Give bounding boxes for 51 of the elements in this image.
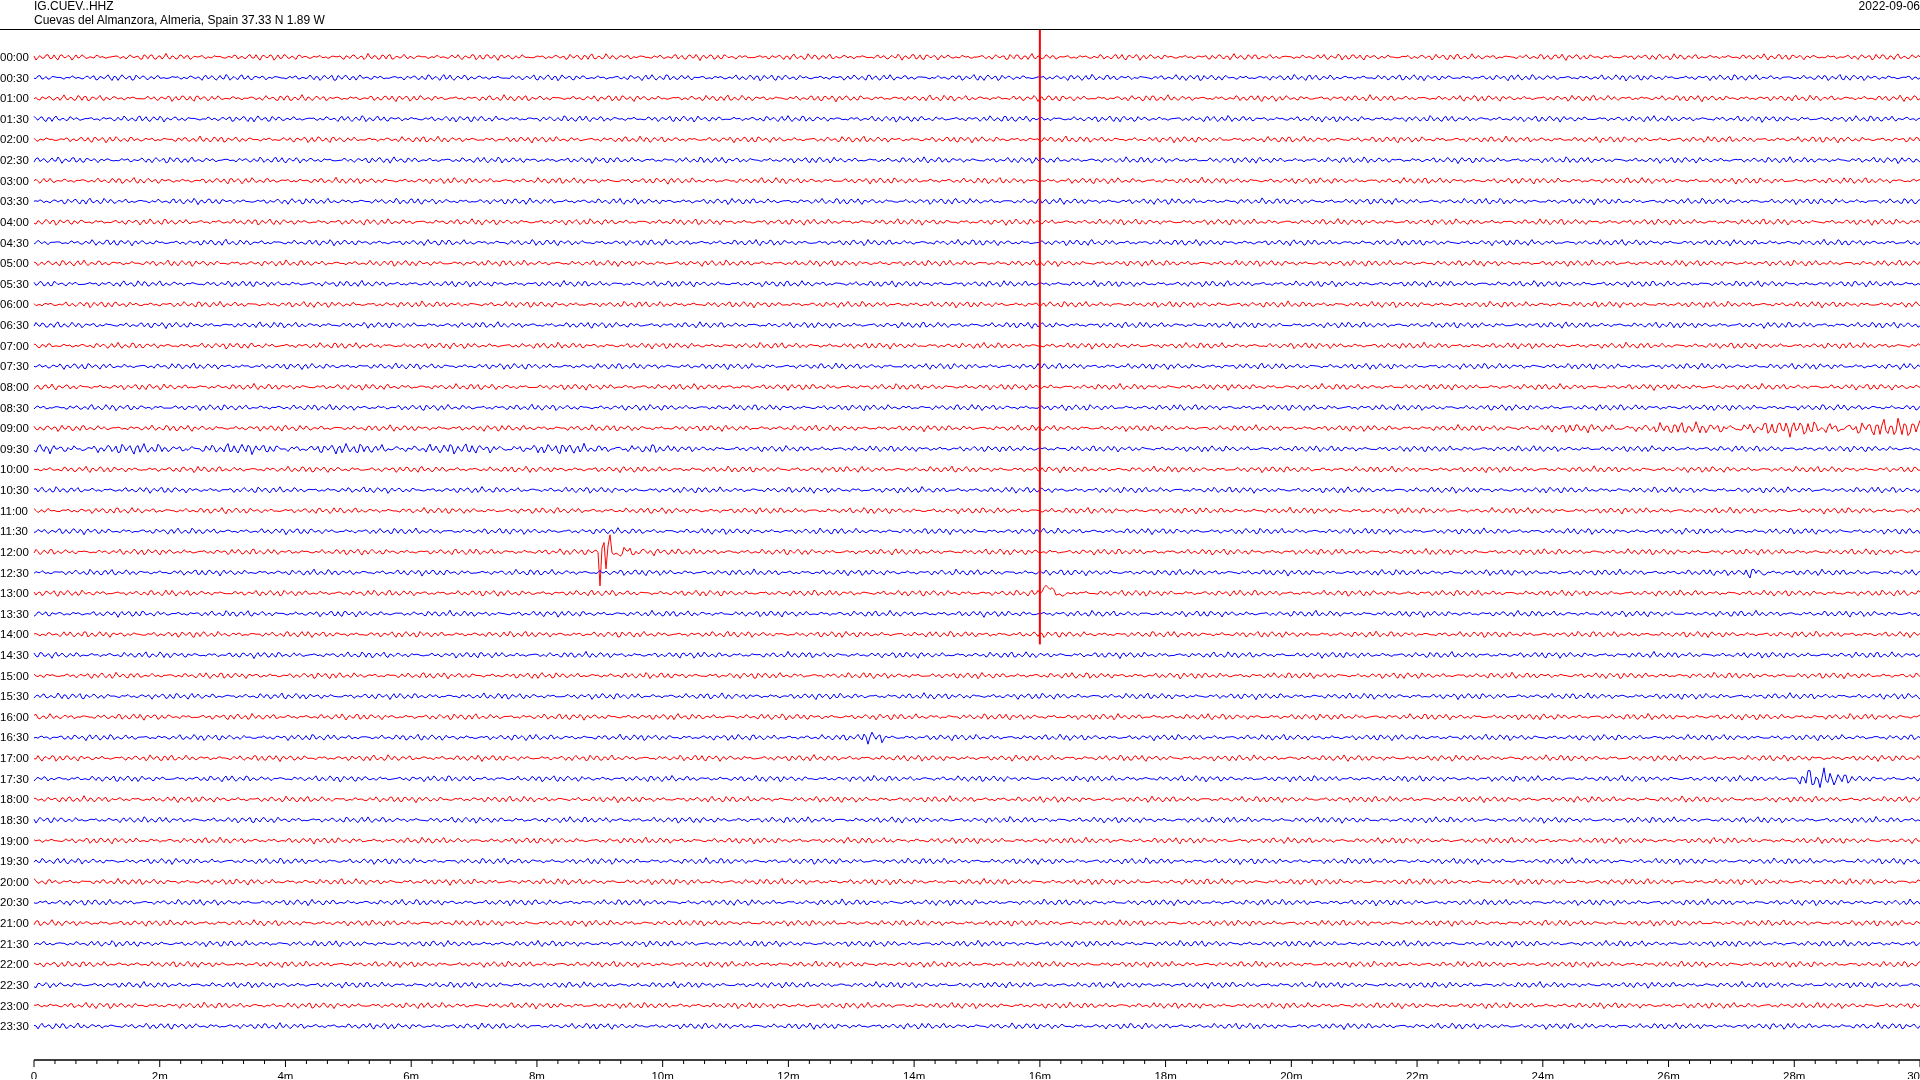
time-label: 18:30 xyxy=(0,813,29,826)
time-label: 13:30 xyxy=(0,607,29,620)
time-label: 16:00 xyxy=(0,710,29,723)
time-label: 08:00 xyxy=(0,380,29,393)
time-label: 00:00 xyxy=(0,51,29,63)
time-label: 04:00 xyxy=(0,215,29,228)
time-label: 16:30 xyxy=(0,731,29,744)
time-label: 12:30 xyxy=(0,566,29,579)
time-label: 23:00 xyxy=(0,999,29,1012)
time-label: 09:30 xyxy=(0,442,29,455)
time-label: 22:30 xyxy=(0,978,29,991)
station-location: Cuevas del Almanzora, Almeria, Spain 37.33 N 1.89 W xyxy=(34,13,325,27)
station-code: IG.CUEV..HHZ xyxy=(34,0,114,13)
time-label: 03:00 xyxy=(0,174,29,187)
time-label: 07:00 xyxy=(0,339,29,352)
time-label: 14:30 xyxy=(0,649,29,661)
time-label: 09:00 xyxy=(0,422,29,435)
time-label: 22:00 xyxy=(0,958,29,971)
time-label: 15:30 xyxy=(0,690,29,703)
time-label: 17:00 xyxy=(0,752,29,765)
time-label: 01:30 xyxy=(0,112,29,125)
time-label: 08:30 xyxy=(0,401,29,414)
time-label: 10:30 xyxy=(0,484,29,496)
time-label: 07:30 xyxy=(0,360,29,373)
time-label: 20:30 xyxy=(0,896,29,909)
time-label: 05:00 xyxy=(0,257,29,270)
time-label: 20:00 xyxy=(0,875,29,888)
time-label: 13:00 xyxy=(0,587,29,600)
time-label: 03:30 xyxy=(0,195,29,208)
time-label: 17:30 xyxy=(0,772,29,785)
time-label: 05:30 xyxy=(0,277,29,290)
time-label: 15:00 xyxy=(0,669,29,682)
time-label: 19:30 xyxy=(0,855,29,868)
time-label: 02:00 xyxy=(0,133,29,146)
time-label: 19:00 xyxy=(0,834,29,847)
time-label: 11:00 xyxy=(0,504,28,517)
time-label: 14:00 xyxy=(0,628,29,641)
time-label: 06:30 xyxy=(0,319,29,332)
time-label: 06:00 xyxy=(0,298,29,311)
time-label: 23:30 xyxy=(0,1020,29,1033)
time-label: 10:00 xyxy=(0,463,29,476)
time-label: 21:00 xyxy=(0,917,29,930)
time-label: 21:30 xyxy=(0,937,29,950)
time-label: 02:30 xyxy=(0,154,29,167)
time-label: 18:00 xyxy=(0,793,29,806)
time-label: 04:30 xyxy=(0,236,29,249)
time-label: 00:30 xyxy=(0,71,29,84)
date-label: 2022-09-06 xyxy=(1858,0,1920,13)
time-label: 12:00 xyxy=(0,545,29,558)
time-label: 11:30 xyxy=(0,525,28,538)
time-label: 01:00 xyxy=(0,92,29,105)
